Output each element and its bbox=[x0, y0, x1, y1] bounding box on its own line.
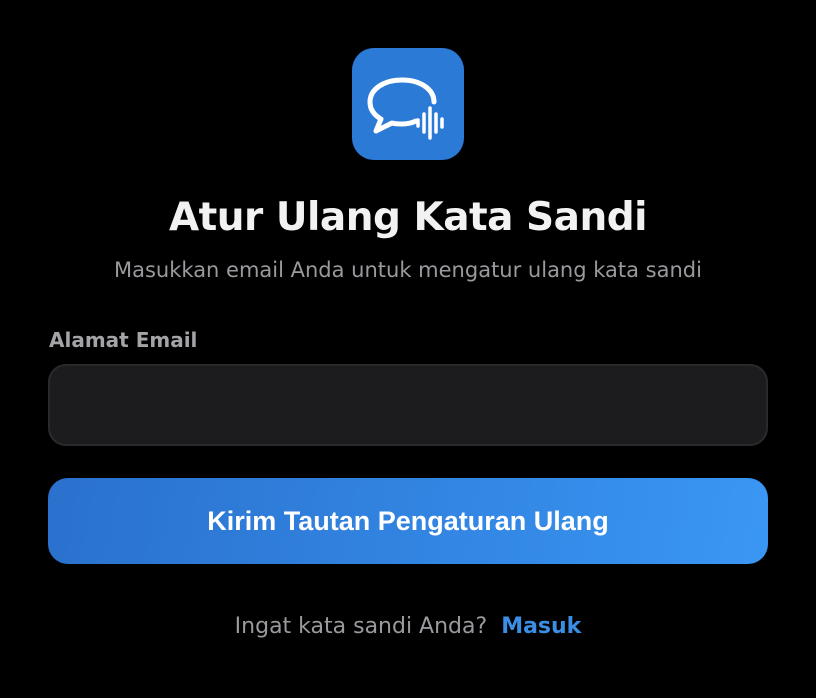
app-logo bbox=[352, 48, 464, 160]
login-link[interactable]: Masuk bbox=[501, 614, 581, 639]
page-title: Atur Ulang Kata Sandi bbox=[168, 195, 648, 240]
email-field[interactable] bbox=[48, 364, 768, 446]
login-prompt-text: Ingat kata sandi Anda? bbox=[234, 614, 488, 639]
chat-bubble-voice-icon bbox=[367, 77, 444, 140]
email-field-label: Alamat Email bbox=[49, 328, 198, 352]
page-subtitle: Masukkan email Anda untuk mengatur ulang… bbox=[114, 258, 702, 282]
send-reset-link-button[interactable]: Kirim Tautan Pengaturan Ulang bbox=[48, 478, 768, 564]
login-prompt: Ingat kata sandi Anda? Masuk bbox=[0, 612, 816, 644]
